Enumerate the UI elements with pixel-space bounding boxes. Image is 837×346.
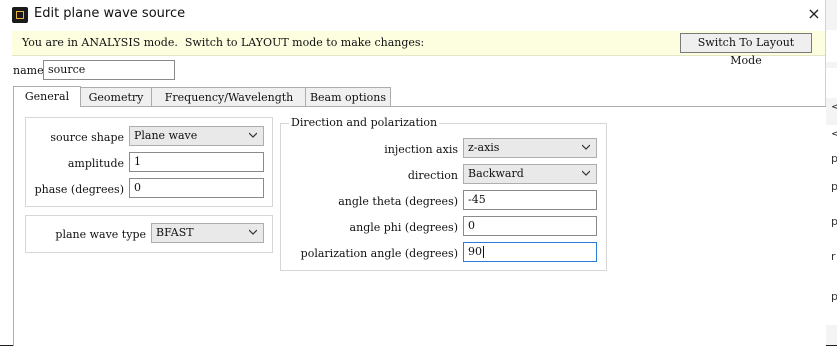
phase-label: phase (degrees)	[34, 183, 124, 196]
tab-frequency-wavelength[interactable]: Frequency/Wavelength	[151, 87, 307, 107]
name-label: name	[13, 64, 44, 77]
source-settings-group: source shape Plane wave amplitude 1 phas…	[25, 117, 273, 207]
plane-wave-type-label: plane wave type	[55, 228, 146, 241]
background-char: p	[831, 215, 837, 228]
mode-message: You are in ANALYSIS mode. Switch to LAYO…	[22, 36, 425, 49]
chevron-down-icon	[249, 132, 257, 138]
chevron-down-icon	[582, 144, 590, 150]
switch-to-layout-button[interactable]: Switch To Layout Mode	[680, 33, 812, 67]
close-button[interactable]: ×	[804, 4, 824, 24]
direction-value: Backward	[468, 167, 524, 180]
edit-source-dialog: Edit plane wave source × You are in ANAL…	[0, 0, 826, 346]
mode-banner: You are in ANALYSIS mode. Switch to LAYO…	[12, 31, 825, 67]
angle-phi-input[interactable]: 0	[463, 216, 597, 236]
direction-polarization-group: Direction and polarization injection axi…	[280, 116, 607, 271]
injection-axis-select[interactable]: z-axis	[463, 138, 597, 158]
injection-axis-label: injection axis	[384, 143, 458, 156]
plane-wave-type-value: BFAST	[156, 226, 194, 239]
chevron-down-icon	[582, 170, 590, 176]
close-icon: ×	[807, 4, 821, 23]
direction-select[interactable]: Backward	[463, 164, 597, 184]
background-char: p	[831, 152, 837, 165]
source-shape-label: source shape	[50, 131, 124, 144]
background-char: <	[831, 127, 837, 140]
tab-geometry[interactable]: Geometry	[79, 87, 153, 107]
polarization-angle-input[interactable]: 90	[463, 242, 597, 262]
polarization-angle-label: polarization angle (degrees)	[300, 247, 458, 260]
direction-polarization-legend: Direction and polarization	[289, 116, 440, 129]
background-char: p	[831, 180, 837, 193]
angle-theta-input[interactable]: -45	[463, 190, 597, 210]
angle-theta-label: angle theta (degrees)	[338, 195, 458, 208]
name-input[interactable]: source	[43, 60, 175, 80]
app-icon	[12, 7, 28, 23]
amplitude-label: amplitude	[67, 157, 124, 170]
plane-wave-type-select[interactable]: BFAST	[151, 223, 264, 243]
direction-label: direction	[407, 169, 458, 182]
title-bar[interactable]: Edit plane wave source ×	[0, 0, 825, 30]
source-shape-value: Plane wave	[134, 129, 198, 142]
background-char: r	[831, 250, 836, 263]
tab-beam-options[interactable]: Beam options	[305, 87, 391, 107]
background-char: p	[831, 290, 837, 303]
polarization-angle-value: 90	[468, 245, 482, 258]
tab-general[interactable]: General	[13, 86, 81, 107]
general-tab-panel: source shape Plane wave amplitude 1 phas…	[13, 106, 826, 346]
text-caret	[483, 246, 484, 258]
background-char: <	[831, 100, 837, 113]
background-app-strip: < < p p p r p	[825, 0, 837, 345]
window-title: Edit plane wave source	[34, 6, 186, 21]
injection-axis-value: z-axis	[468, 141, 500, 154]
source-shape-select[interactable]: Plane wave	[129, 126, 264, 146]
chevron-down-icon	[249, 229, 257, 235]
background-panel	[825, 68, 837, 98]
angle-phi-label: angle phi (degrees)	[349, 221, 458, 234]
plane-wave-group: plane wave type BFAST	[25, 215, 273, 253]
amplitude-input[interactable]: 1	[129, 152, 264, 172]
background-panel	[825, 30, 837, 62]
phase-input[interactable]: 0	[129, 178, 264, 198]
